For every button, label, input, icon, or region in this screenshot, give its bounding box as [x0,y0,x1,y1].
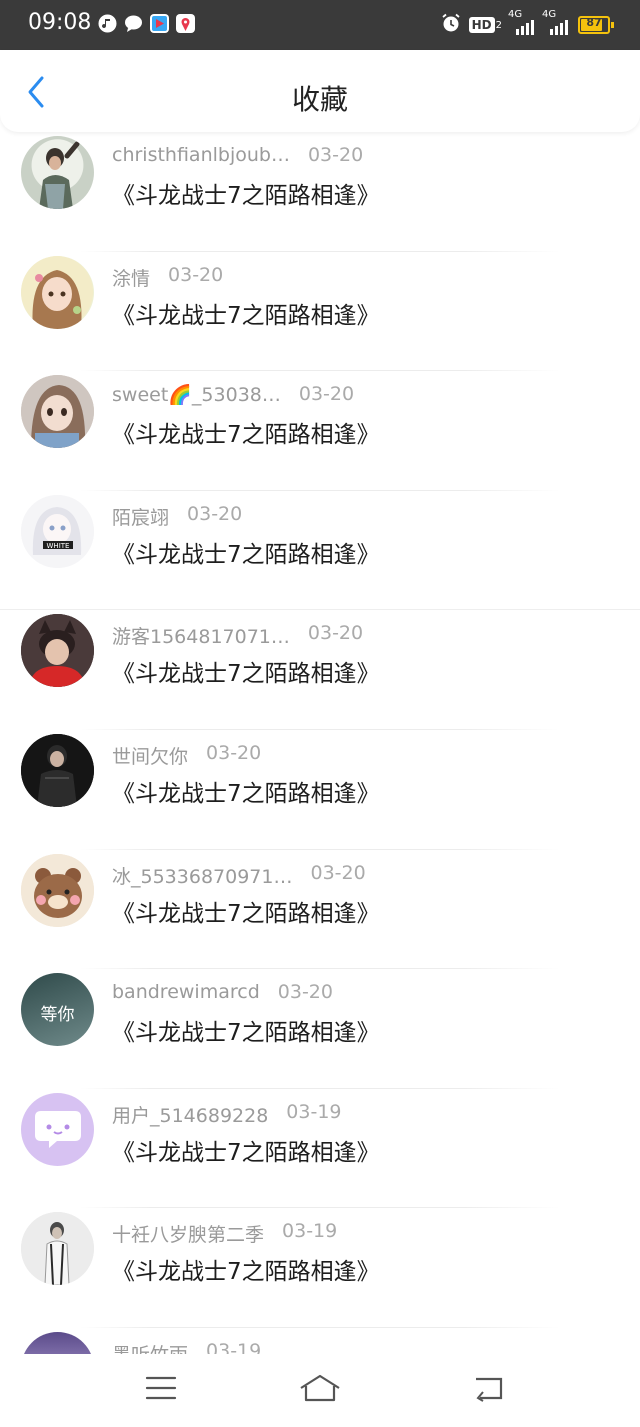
page-header: 收藏 [0,50,640,132]
notification-icons [98,14,195,36]
music-notification-icon [98,14,117,33]
signal-label-2: 4G [542,9,557,20]
item-date: 03-20 [307,144,364,166]
list-item[interactable]: 用户_514689228 03-19 《斗龙战士7之陌路相逢》 [0,1089,640,1209]
home-icon [300,1374,340,1402]
list-item[interactable]: christhfianlbjoub… 03-20 《斗龙战士7之陌路相逢》 [0,132,640,252]
item-date: 03-20 [206,741,262,764]
status-bar: 09:08 HD 2 4G 4G 87 [0,0,640,50]
avatar[interactable] [21,853,94,927]
back-icon [476,1377,503,1402]
item-title[interactable]: 《斗龙战士7之陌路相逢》 [112,415,380,449]
user-name[interactable]: 用户_514689228 [112,1101,268,1128]
item-date: 03-20 [168,263,224,286]
svg-text:WHITE: WHITE [47,542,70,550]
user-name[interactable]: 涂情 [112,264,150,291]
user-name[interactable]: 十衽八岁腴第二季 [112,1220,264,1247]
avatar[interactable] [21,1092,94,1166]
item-date: 03-20 [310,861,366,884]
list-item[interactable]: 涂情 03-20 《斗龙战士7之陌路相逢》 [0,252,640,372]
item-meta: 用户_514689228 03-19 [112,1101,342,1127]
user-name[interactable]: bandrewimarcd [112,981,260,1003]
item-title[interactable]: 《斗龙战士7之陌路相逢》 [112,1252,380,1286]
user-name[interactable]: 冰_55336870971… [112,862,292,889]
menu-button[interactable] [137,1368,185,1408]
list-item[interactable]: 世间欠你 03-20 《斗龙战士7之陌路相逢》 [0,730,640,850]
user-name[interactable]: 世间欠你 [112,742,188,769]
item-meta: bandrewimarcd 03-20 [112,981,333,1007]
avatar[interactable] [21,375,94,449]
avatar[interactable]: 等你 [21,973,94,1047]
signal-icon: 4G [508,9,536,35]
video-app-icon [150,14,169,33]
item-date: 03-20 [187,502,243,525]
avatar-text: 等你 [40,1005,75,1026]
item-meta: 陌宸翊 03-20 [112,503,242,529]
item-date: 03-20 [307,622,364,645]
signal-label: 4G [508,9,523,20]
avatar[interactable]: WHITE [21,494,94,568]
item-meta: 十衽八岁腴第二季 03-19 [112,1220,337,1246]
item-title[interactable]: 《斗龙战士7之陌路相逢》 [112,894,380,928]
item-date: 03-20 [298,383,355,406]
system-navigation-bar [0,1354,640,1427]
item-title[interactable]: 《斗龙战士7之陌路相逢》 [112,654,380,688]
status-time: 09:08 [28,10,92,35]
item-meta: sweet🌈_53038… 03-20 [112,383,354,409]
item-title[interactable]: 《斗龙战士7之陌路相逢》 [112,176,380,210]
chat-notification-icon [124,14,143,33]
avatar[interactable] [21,1331,94,1354]
hd-badge: HD [468,17,495,33]
avatar[interactable] [21,1212,94,1286]
list-item[interactable]: 十衽八岁腴第二季 03-19 《斗龙战士7之陌路相逢》 [0,1208,640,1328]
avatar[interactable] [21,136,94,209]
menu-icon [145,1376,177,1400]
status-indicators: HD 2 4G 4G 87 [441,9,614,38]
item-title[interactable]: 《斗龙战士7之陌路相逢》 [112,1013,380,1047]
battery-level: 87 [586,16,602,29]
avatar[interactable] [21,614,94,688]
back-nav-button[interactable] [464,1368,512,1408]
user-name[interactable]: 墨听竹雨 [112,1340,188,1354]
item-date: 03-19 [206,1339,262,1354]
avatar[interactable] [21,733,94,807]
item-meta: 涂情 03-20 [112,264,223,290]
list-item[interactable]: sweet🌈_53038… 03-20 《斗龙战士7之陌路相逢》 [0,371,640,491]
item-meta: christhfianlbjoub… 03-20 [112,144,363,170]
map-app-icon [176,14,195,33]
list-item[interactable]: 冰_55336870971… 03-20 《斗龙战士7之陌路相逢》 [0,850,640,970]
chat-bubble-icon [34,1111,81,1149]
item-title[interactable]: 《斗龙战士7之陌路相逢》 [112,1133,380,1167]
item-meta: 游客1564817071… 03-20 [112,622,363,648]
home-button[interactable] [296,1368,344,1408]
item-meta: 墨听竹雨 03-19 [112,1340,261,1354]
hd-sub: 2 [495,19,502,31]
item-date: 03-20 [277,981,333,1004]
page-title: 收藏 [291,83,348,116]
battery-icon: 87 [578,16,610,34]
item-meta: 冰_55336870971… 03-20 [112,862,366,888]
list-item[interactable]: WHITE 陌宸翊 03-20 《斗龙战士7之陌路相逢》 [0,491,640,611]
signal-icon-2: 4G [542,9,570,35]
item-date: 03-19 [286,1100,342,1123]
list-item[interactable]: 游客1564817071… 03-20 《斗龙战士7之陌路相逢》 [0,610,640,730]
list-item[interactable]: 墨听竹雨 03-19 [0,1328,640,1354]
user-name[interactable]: 游客1564817071… [112,622,290,649]
alarm-icon [441,13,461,37]
user-name[interactable]: 陌宸翊 [112,503,169,530]
item-title[interactable]: 《斗龙战士7之陌路相逢》 [112,296,380,330]
item-title[interactable]: 《斗龙战士7之陌路相逢》 [112,535,380,569]
item-title[interactable]: 《斗龙战士7之陌路相逢》 [112,774,380,808]
favorites-list: christhfianlbjoub… 03-20 《斗龙战士7之陌路相逢》 涂情 0… [0,132,640,1354]
user-name[interactable]: christhfianlbjoub… [112,144,290,166]
item-meta: 世间欠你 03-20 [112,742,261,768]
avatar[interactable] [21,255,94,329]
list-item[interactable]: 等你 bandrewimarcd 03-20 《斗龙战士7之陌路相逢》 [0,969,640,1089]
user-name[interactable]: sweet🌈_53038… [112,383,281,406]
item-date: 03-19 [282,1220,338,1243]
